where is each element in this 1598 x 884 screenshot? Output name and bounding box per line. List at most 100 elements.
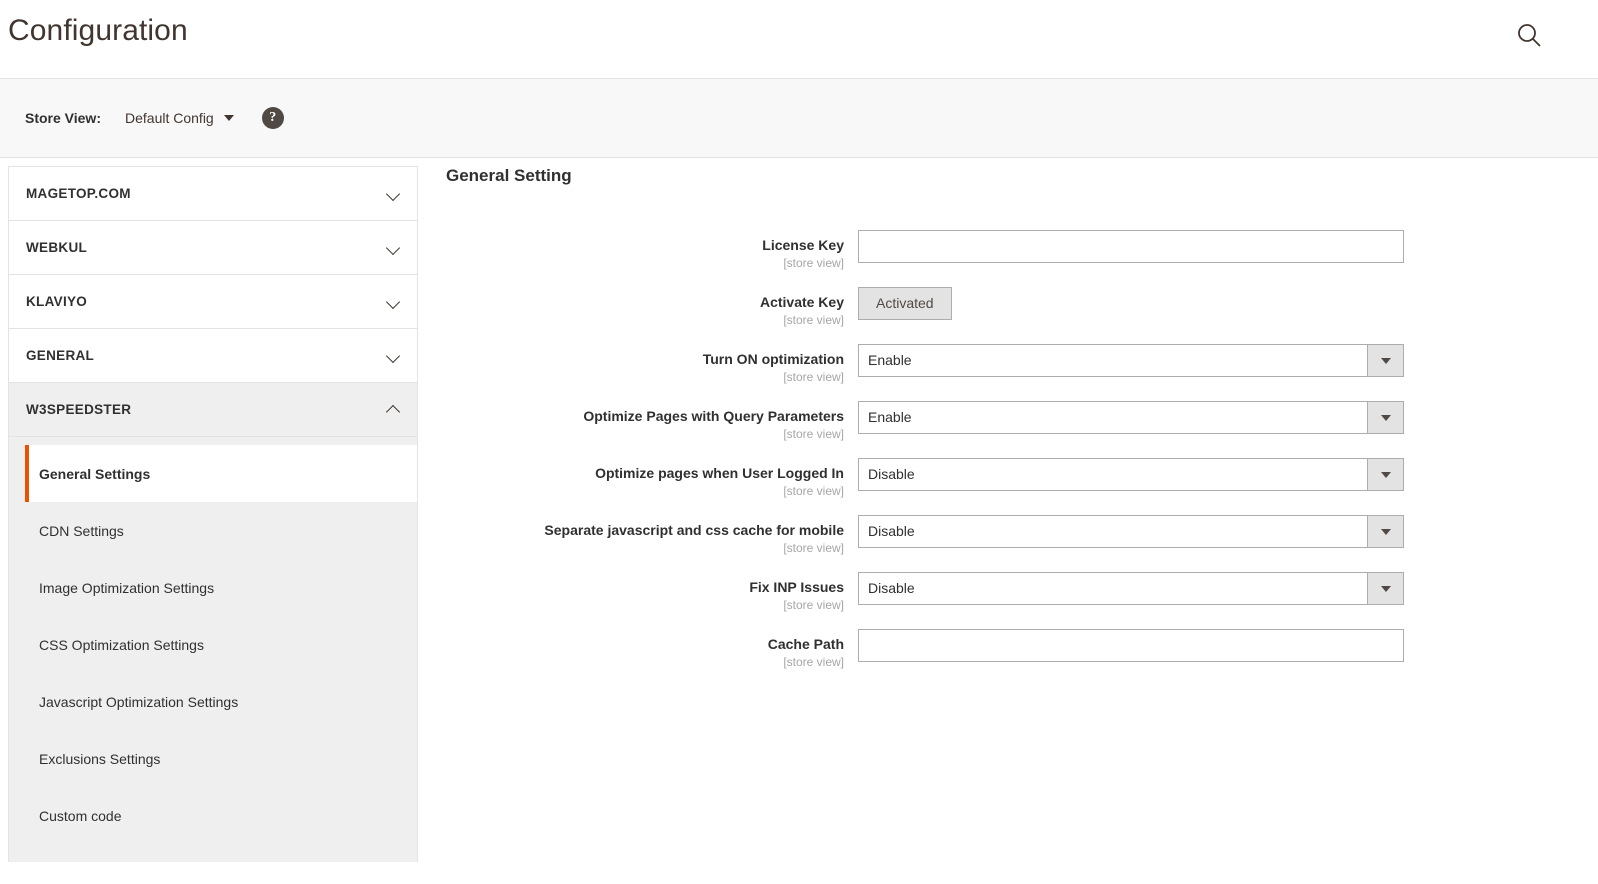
- field-label-col: Fix INP Issues [store view]: [446, 572, 858, 613]
- sidebar-section-w3speedster: W3SPEEDSTER General Settings CDN Setting…: [8, 382, 418, 862]
- sidebar-section-magetop: MAGETOP.COM: [8, 166, 418, 220]
- field-label: Separate javascript and css cache for mo…: [544, 522, 844, 538]
- sidebar-section-general: GENERAL: [8, 328, 418, 382]
- chevron-down-icon: [1367, 345, 1403, 376]
- field-label-col: Cache Path [store view]: [446, 629, 858, 670]
- separate-js-css-cache-mobile-select[interactable]: Disable: [858, 515, 1404, 548]
- field-label-col: Turn ON optimization [store view]: [446, 344, 858, 385]
- help-icon[interactable]: ?: [261, 107, 284, 129]
- field-fix-inp-issues: Fix INP Issues [store view] Disable: [446, 572, 1578, 613]
- chevron-up-icon: [387, 405, 401, 414]
- field-license-key: License Key [store view]: [446, 230, 1578, 271]
- sidebar-section-label: WEBKUL: [26, 240, 88, 255]
- sidebar-sub-list: General Settings CDN Settings Image Opti…: [25, 445, 417, 862]
- sidebar-section-webkul: WEBKUL: [8, 220, 418, 274]
- field-label-col: License Key [store view]: [446, 230, 858, 271]
- optimize-pages-user-logged-in-select[interactable]: Disable: [858, 458, 1404, 491]
- field-control: Activated: [858, 287, 1404, 320]
- field-separate-js-css-cache-mobile: Separate javascript and css cache for mo…: [446, 515, 1578, 556]
- field-scope: [store view]: [783, 598, 844, 612]
- sidebar-section-label: MAGETOP.COM: [26, 186, 131, 201]
- fix-inp-issues-select[interactable]: Disable: [858, 572, 1404, 605]
- field-control: Enable: [858, 401, 1404, 434]
- field-turn-on-optimization: Turn ON optimization [store view] Enable: [446, 344, 1578, 385]
- sidebar-section-header-webkul[interactable]: WEBKUL: [9, 221, 417, 274]
- sidebar-subsection: General Settings CDN Settings Image Opti…: [9, 436, 417, 862]
- store-view-bar: Store View: Default Config ?: [0, 78, 1598, 158]
- search-icon[interactable]: [1514, 20, 1544, 50]
- fieldset-title: General Setting: [446, 166, 572, 185]
- page-title: Configuration: [8, 14, 188, 47]
- field-label-col: Activate Key [store view]: [446, 287, 858, 328]
- sidebar-item-label: CSS Optimization Settings: [39, 636, 204, 653]
- chevron-down-icon: [387, 351, 401, 360]
- field-optimize-pages-user-logged-in: Optimize pages when User Logged In [stor…: [446, 458, 1578, 499]
- chevron-down-icon: [387, 243, 401, 252]
- field-label: Cache Path: [767, 636, 844, 652]
- config-nav: MAGETOP.COM WEBKUL KLAVIYO GENERAL W3SPE…: [8, 166, 418, 884]
- select-value: Enable: [868, 352, 912, 368]
- field-control: Enable: [858, 344, 1404, 377]
- field-label: Fix INP Issues: [749, 579, 844, 595]
- sidebar-section-header-klaviyo[interactable]: KLAVIYO: [9, 275, 417, 328]
- sidebar-item-label: Image Optimization Settings: [39, 579, 215, 596]
- select-value: Disable: [868, 466, 915, 482]
- sidebar-item-exclusions-settings[interactable]: Exclusions Settings: [25, 730, 417, 787]
- sidebar-section-label: W3SPEEDSTER: [26, 402, 132, 417]
- sidebar-item-custom-code[interactable]: Custom code: [25, 787, 417, 844]
- field-control: [858, 230, 1404, 263]
- activate-key-button[interactable]: Activated: [858, 287, 952, 320]
- field-label-col: Optimize Pages with Query Parameters [st…: [446, 401, 858, 442]
- store-view-selected-value: Default Config: [125, 110, 214, 126]
- store-view-label: Store View:: [25, 110, 101, 126]
- page-header: Configuration: [0, 0, 1598, 78]
- chevron-down-icon: [387, 297, 401, 306]
- sidebar-section-klaviyo: KLAVIYO: [8, 274, 418, 328]
- settings-form: General Setting License Key [store view]…: [446, 166, 1578, 686]
- sidebar-item-label: CDN Settings: [39, 522, 124, 539]
- field-control: [858, 629, 1404, 662]
- field-scope: [store view]: [783, 256, 844, 270]
- sidebar-item-label: Javascript Optimization Settings: [39, 693, 239, 710]
- license-key-input[interactable]: [858, 230, 1404, 263]
- field-scope: [store view]: [783, 655, 844, 669]
- turn-on-optimization-select[interactable]: Enable: [858, 344, 1404, 377]
- sidebar-item-general-settings[interactable]: General Settings: [25, 445, 417, 502]
- sidebar-item-label: Custom code: [39, 807, 122, 824]
- sidebar-item-label: Exclusions Settings: [39, 750, 161, 767]
- field-label-col: Separate javascript and css cache for mo…: [446, 515, 858, 556]
- chevron-down-icon: [1367, 573, 1403, 604]
- field-optimize-pages-query-parameters: Optimize Pages with Query Parameters [st…: [446, 401, 1578, 442]
- field-label: Optimize Pages with Query Parameters: [583, 408, 844, 424]
- field-control: Disable: [858, 515, 1404, 548]
- sidebar-item-label: General Settings: [39, 465, 151, 482]
- sidebar-item-cdn-settings[interactable]: CDN Settings: [25, 502, 417, 559]
- sidebar-item-css-optimization-settings[interactable]: CSS Optimization Settings: [25, 616, 417, 673]
- chevron-down-icon: [387, 189, 401, 198]
- field-activate-key: Activate Key [store view] Activated: [446, 287, 1578, 328]
- field-label: License Key: [762, 237, 844, 253]
- sidebar-section-header-magetop[interactable]: MAGETOP.COM: [9, 167, 417, 220]
- chevron-down-icon: [223, 115, 234, 121]
- sidebar-section-label: KLAVIYO: [26, 294, 88, 309]
- store-view-switcher[interactable]: Default Config: [125, 110, 234, 126]
- field-scope: [store view]: [783, 484, 844, 498]
- sidebar-section-header-w3speedster[interactable]: W3SPEEDSTER: [9, 383, 417, 436]
- content-area: MAGETOP.COM WEBKUL KLAVIYO GENERAL W3SPE…: [0, 158, 1598, 884]
- field-cache-path: Cache Path [store view]: [446, 629, 1578, 670]
- field-label: Activate Key: [759, 294, 844, 310]
- optimize-pages-query-parameters-select[interactable]: Enable: [858, 401, 1404, 434]
- cache-path-input[interactable]: [858, 629, 1404, 662]
- sidebar-item-javascript-optimization-settings[interactable]: Javascript Optimization Settings: [25, 673, 417, 730]
- field-label: Turn ON optimization: [702, 351, 844, 367]
- sidebar-item-image-optimization-settings[interactable]: Image Optimization Settings: [25, 559, 417, 616]
- field-control: Disable: [858, 572, 1404, 605]
- select-value: Disable: [868, 523, 915, 539]
- sidebar-section-header-general[interactable]: GENERAL: [9, 329, 417, 382]
- chevron-down-icon: [1367, 402, 1403, 433]
- chevron-down-icon: [1367, 516, 1403, 547]
- field-control: Disable: [858, 458, 1404, 491]
- sidebar-section-label: GENERAL: [26, 348, 95, 363]
- field-scope: [store view]: [783, 541, 844, 555]
- field-scope: [store view]: [783, 370, 844, 384]
